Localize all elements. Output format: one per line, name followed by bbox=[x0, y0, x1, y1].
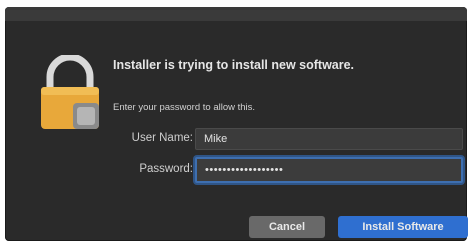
dialog-titlebar bbox=[5, 7, 467, 21]
install-software-button[interactable]: Install Software bbox=[338, 216, 468, 238]
username-label: User Name: bbox=[131, 132, 193, 144]
dialog-headline: Installer is trying to install new softw… bbox=[113, 58, 355, 72]
password-dialog: Installer is trying to install new softw… bbox=[5, 7, 468, 241]
lock-icon bbox=[35, 53, 105, 131]
cancel-button[interactable]: Cancel bbox=[249, 216, 325, 238]
password-field[interactable]: •••••••••••••••••• bbox=[195, 157, 463, 183]
dialog-subtext: Enter your password to allow this. bbox=[113, 102, 256, 113]
password-label: Password: bbox=[139, 163, 193, 175]
username-field[interactable]: Mike bbox=[195, 128, 463, 150]
